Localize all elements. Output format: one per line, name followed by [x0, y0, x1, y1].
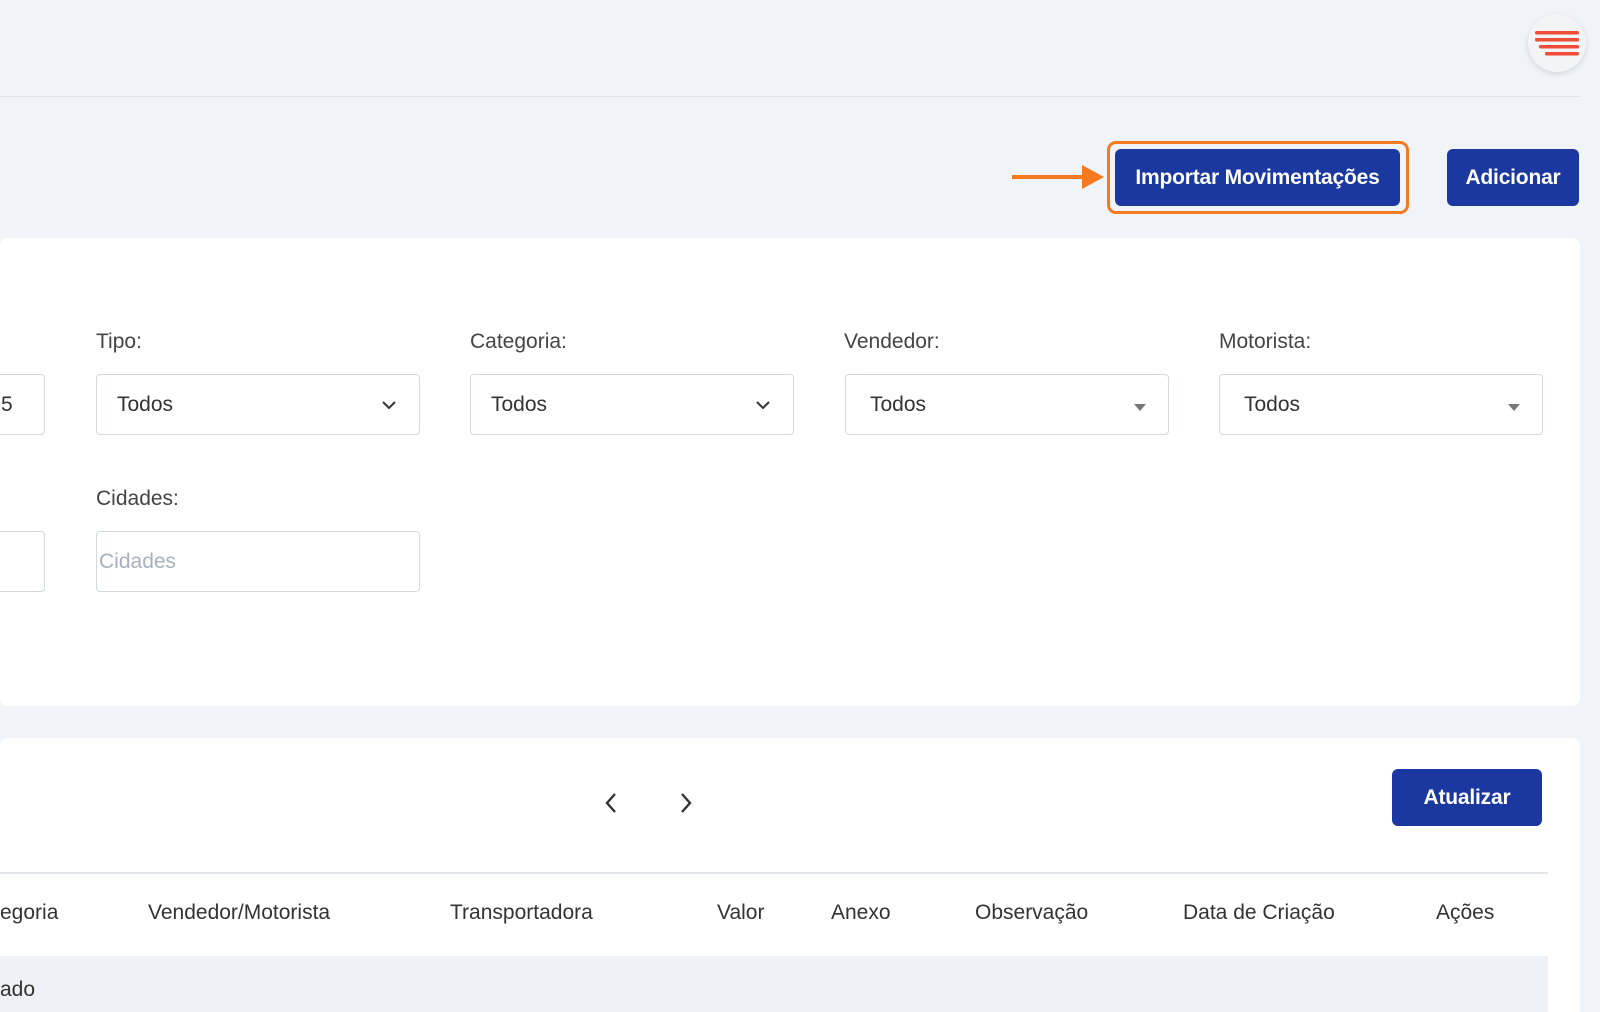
app-root: Importar Movimentações Adicionar 5 Tipo:… — [0, 0, 1600, 1012]
import-movements-button[interactable]: Importar Movimentações — [1115, 149, 1400, 206]
chevron-down-icon — [382, 400, 396, 409]
partial-date-value: 5 — [1, 392, 13, 416]
pointer-arrow-icon — [1012, 165, 1104, 189]
previous-page-button[interactable] — [596, 788, 626, 818]
motorista-value: Todos — [1244, 392, 1301, 416]
motorista-select[interactable]: Todos — [1219, 374, 1543, 435]
vendedor-select[interactable]: Todos — [845, 374, 1169, 435]
cidades-input[interactable] — [99, 549, 419, 574]
column-header-anexo: Anexo — [831, 901, 891, 924]
chevron-down-icon — [756, 400, 770, 409]
table-row[interactable] — [0, 956, 1548, 1012]
next-page-button[interactable] — [671, 788, 701, 818]
cidades-field[interactable] — [96, 531, 420, 592]
column-header-categoria: egoria — [0, 901, 59, 924]
menu-button[interactable] — [1528, 14, 1586, 72]
partial-field[interactable] — [0, 531, 45, 592]
caret-down-icon — [1508, 404, 1520, 411]
header-divider — [0, 96, 1580, 97]
table-header-divider — [0, 872, 1548, 874]
cidades-label: Cidades: — [96, 487, 179, 510]
filters-card: 5 Tipo: Todos Categoria: Todos Vendedor:… — [0, 238, 1580, 706]
column-header-data-criacao: Data de Criação — [1183, 901, 1335, 924]
tipo-value: Todos — [117, 392, 174, 416]
tipo-label: Tipo: — [96, 330, 142, 353]
motorista-label: Motorista: — [1219, 330, 1312, 353]
table-cell: ado — [0, 978, 36, 1001]
chevron-left-icon — [605, 793, 616, 813]
column-header-transportadora: Transportadora — [450, 901, 593, 924]
tipo-select[interactable]: Todos — [96, 374, 420, 435]
column-header-valor: Valor — [717, 901, 765, 924]
categoria-label: Categoria: — [470, 330, 567, 353]
vendedor-value: Todos — [870, 392, 927, 416]
caret-down-icon — [1134, 404, 1146, 411]
refresh-button[interactable]: Atualizar — [1392, 769, 1542, 826]
column-header-vendedor-motorista: Vendedor/Motorista — [148, 901, 331, 924]
categoria-select[interactable]: Todos — [470, 374, 794, 435]
chevron-right-icon — [681, 793, 692, 813]
hamburger-menu-icon — [1535, 31, 1579, 56]
column-header-acoes: Ações — [1436, 901, 1495, 924]
categoria-value: Todos — [491, 392, 548, 416]
partial-date-field[interactable]: 5 — [0, 374, 45, 435]
vendedor-label: Vendedor: — [844, 330, 940, 353]
column-header-observacao: Observação — [975, 901, 1089, 924]
add-button[interactable]: Adicionar — [1447, 149, 1579, 206]
